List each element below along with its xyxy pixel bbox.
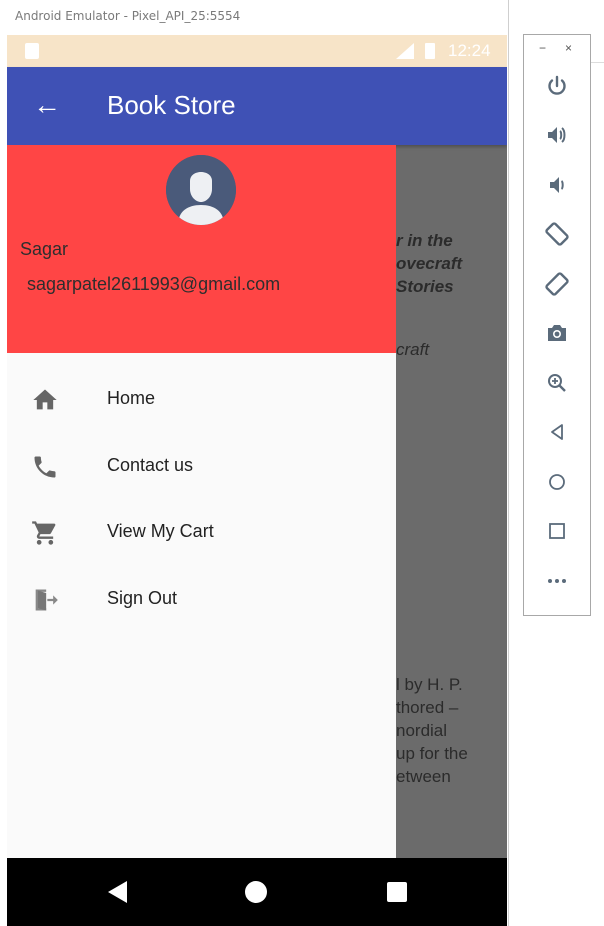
window-title: Android Emulator - Pixel_API_25:5554 [15,9,241,23]
bg-text-line: ovecraft [396,254,463,273]
bg-text-line: thored – [396,698,459,717]
bg-text-line: etween [396,767,451,786]
emu-home-button[interactable] [542,467,572,497]
zoom-button[interactable] [542,368,572,398]
nav-home-icon[interactable] [245,881,267,903]
emu-overview-button[interactable] [542,516,572,546]
background-content: r in the ovecraft Stories craft l by H. … [396,145,507,858]
cart-icon [32,521,56,545]
power-icon [548,75,566,95]
device-screen: 12:24 ← Book Store r in the ovecraft Sto… [7,35,507,926]
navigation-drawer: Sagar sagarpatel2611993@gmail.com Home C… [7,145,396,858]
nav-back-icon[interactable] [108,881,127,903]
drawer-item-home[interactable]: Home [7,366,396,432]
volume-down-icon [550,177,564,193]
phone-icon [34,456,56,478]
minimize-button[interactable]: − [539,41,546,55]
sign-out-icon [35,589,58,611]
emulator-toolbar: − × [523,34,591,616]
drawer-header: Sagar sagarpatel2611993@gmail.com [7,145,396,353]
drawer-item-label: Home [107,388,156,408]
user-name: Sagar [20,239,69,259]
screenshot-button[interactable] [542,318,572,348]
nav-recents-icon[interactable] [387,882,407,902]
bg-text-line: nordial [396,721,448,740]
drawer-item-sign-out[interactable]: Sign Out [7,566,396,632]
drawer-item-label: Sign Out [107,588,178,608]
status-bar: 12:24 [7,35,507,67]
overview-icon [549,523,565,539]
volume-up-icon [548,127,566,143]
back-arrow-icon[interactable]: ← [33,89,61,121]
app-title: Book Store [107,90,236,120]
user-email: sagarpatel2611993@gmail.com [27,274,281,294]
rotate-right-icon [545,272,569,296]
drawer-item-cart[interactable]: View My Cart [7,499,396,565]
zoom-icon [548,374,566,392]
app-bar: ← Book Store [7,67,507,145]
bg-text-line: l by H. P. [396,675,463,694]
close-button[interactable]: × [565,41,572,55]
bg-text-line: craft [396,340,430,359]
signal-icon [396,43,414,59]
divider [590,62,604,63]
drawer-item-label: View My Cart [107,521,214,541]
rotate-left-icon [545,222,569,246]
system-nav-bar [7,858,507,926]
status-time: 12:24 [448,41,491,60]
drawer-item-contact[interactable]: Contact us [7,433,396,499]
home-icon [33,389,57,410]
volume-down-button[interactable] [542,170,572,200]
emulator-window: Android Emulator - Pixel_API_25:5554 12:… [0,0,509,926]
emu-back-button[interactable] [542,417,572,447]
bg-text-line: r in the [396,231,453,250]
camera-icon [548,325,566,341]
sd-card-icon [25,43,39,59]
bg-text-line: up for the [396,744,468,763]
back-icon [551,424,563,440]
rotate-right-button[interactable] [542,269,572,299]
battery-icon [425,43,435,59]
avatar-person-icon [166,155,236,225]
drawer-item-label: Contact us [107,455,194,475]
power-button[interactable] [542,71,572,101]
more-icon [548,579,566,583]
more-button[interactable] [542,566,572,596]
rotate-left-button[interactable] [542,219,572,249]
home-icon [549,474,565,490]
volume-up-button[interactable] [542,120,572,150]
avatar[interactable] [166,155,236,225]
bg-text-line: Stories [396,277,454,296]
